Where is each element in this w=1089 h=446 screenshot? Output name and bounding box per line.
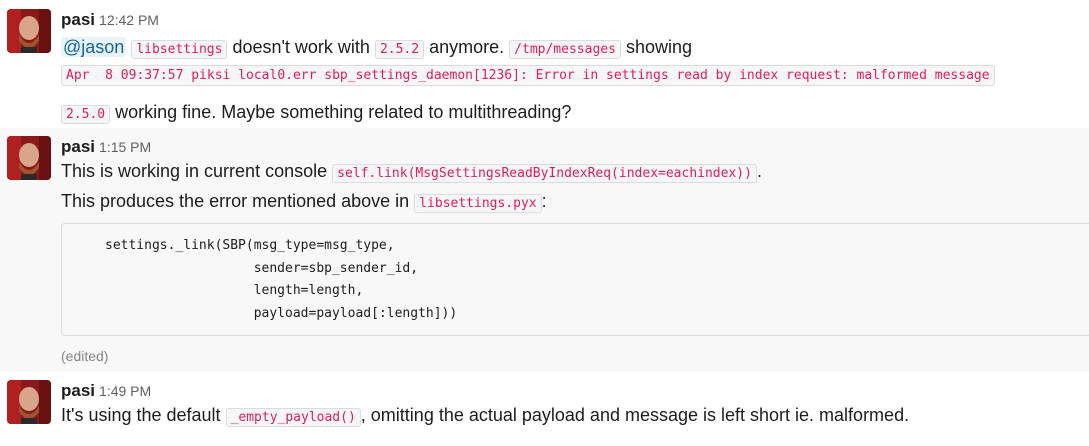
inline-code: 2.5.0 [61, 105, 111, 124]
code-block: settings._link(SBP(msg_type=msg_type, se… [61, 223, 1089, 336]
inline-code-error: Apr 8 09:37:57 piksi local0.err sbp_sett… [61, 65, 995, 86]
message-text: working fine. Maybe something related to… [115, 102, 572, 122]
code-line: settings._link(SBP(msg_type=msg_type, [105, 238, 395, 253]
message-text: , omitting the actual payload and messag… [360, 405, 910, 425]
avatar-image [7, 380, 51, 424]
inline-code: libsettings.pyx [414, 194, 542, 213]
timestamp[interactable]: 12:42 PM [99, 12, 159, 28]
message-text: showing [625, 37, 692, 57]
inline-code: libsettings [131, 40, 228, 59]
user-mention[interactable]: @jason [61, 37, 127, 57]
timestamp[interactable]: 1:49 PM [99, 383, 151, 399]
message-text: It's using the default [61, 405, 221, 425]
message-text: This produces the error mentioned above … [61, 191, 410, 211]
code-line: payload=payload[:length])) [105, 305, 458, 321]
author-name[interactable]: pasi [61, 10, 95, 29]
message-3: pasi 1:49 PM It's using the default _empt… [0, 372, 1089, 446]
inline-code: 2.5.2 [374, 40, 425, 59]
inline-code: _empty_payload() [225, 408, 361, 427]
message-2: pasi 1:15 PM This is working in current c… [0, 128, 1089, 372]
timestamp[interactable]: 1:15 PM [99, 139, 151, 155]
avatar[interactable] [7, 136, 51, 180]
edited-label: (edited) [61, 348, 109, 364]
avatar[interactable] [7, 380, 51, 424]
message-text: doesn't work with [232, 37, 370, 57]
code-line: length=length, [105, 283, 364, 298]
message-1: pasi 12:42 PM @jason libsettings doesn't … [0, 0, 1089, 128]
code-line: sender=sbp_sender_id, [105, 260, 419, 276]
author-name[interactable]: pasi [61, 381, 95, 400]
author-name[interactable]: pasi [61, 137, 95, 156]
message-text: This is working in current console [61, 161, 328, 181]
inline-code: self.link(MsgSettingsReadByIndexReq(inde… [332, 164, 757, 183]
avatar-image [7, 136, 51, 180]
avatar-image [7, 9, 51, 53]
message-text: : [541, 191, 547, 211]
inline-code: /tmp/messages [509, 40, 621, 59]
message-text: anymore. [429, 37, 505, 57]
message-text: . [756, 161, 762, 181]
avatar[interactable] [7, 9, 51, 53]
